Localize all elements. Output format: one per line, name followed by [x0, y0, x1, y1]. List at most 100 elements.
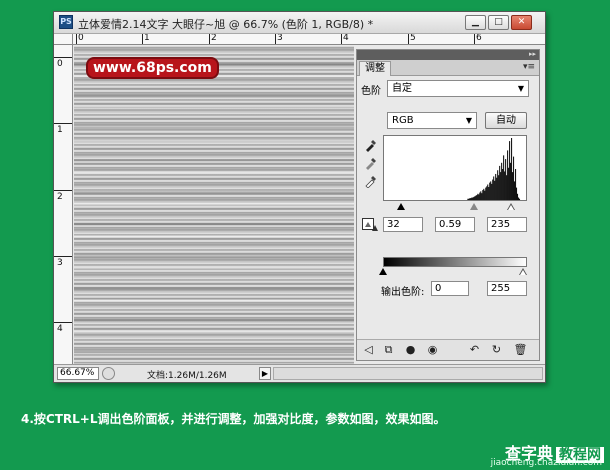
black-eyedropper-icon[interactable]: [364, 138, 378, 152]
histogram-bar: [469, 198, 471, 200]
ruler-label: 0: [57, 59, 63, 69]
histogram-bar: [491, 183, 493, 200]
panel-footer-toolbar: ◁ ⧉ ● ◉ ↶ ↻ 🗑: [357, 339, 539, 360]
photoshop-document-window: PS 立体爱情2.14文字 大眼仔~旭 @ 66.7% (色阶 1, RGB/8…: [53, 11, 546, 383]
ruler-label: 2: [211, 34, 217, 43]
histogram-bar: [485, 187, 487, 200]
status-menu-arrow-icon[interactable]: ▶: [259, 367, 271, 380]
histogram-bar: [498, 175, 500, 200]
clip-to-layer-icon[interactable]: ●: [403, 343, 418, 357]
panel-menu-icon[interactable]: ▾≡: [523, 62, 535, 72]
white-eyedropper-icon[interactable]: [364, 174, 378, 188]
histogram-bar: [495, 173, 497, 200]
close-button[interactable]: ✕: [511, 15, 532, 30]
visibility-eye-icon[interactable]: ◉: [425, 343, 440, 357]
ruler-origin[interactable]: [54, 34, 73, 45]
input-black-point-handle[interactable]: [397, 203, 405, 210]
histogram-bar: [509, 141, 511, 200]
histogram-bar: [516, 187, 518, 200]
document-canvas[interactable]: www.68ps.com: [74, 46, 354, 364]
histogram-bar: [479, 192, 481, 200]
status-bar: 66.67% 文档:1.26M/1.26M ▶: [54, 364, 545, 382]
horizontal-scrollbar[interactable]: [273, 367, 543, 380]
auto-button[interactable]: 自动: [485, 112, 527, 129]
photoshop-app-icon: PS: [59, 15, 73, 29]
ruler-label: 3: [57, 258, 63, 268]
channel-select[interactable]: RGB ▼: [387, 112, 477, 129]
ruler-label: 3: [277, 34, 283, 43]
histogram-bar: [501, 162, 503, 200]
adjustments-panel: ▸▸ 调整 ▾≡ 色阶 自定 ▼ RGB ▼ 自动 32 0.59 235 输出…: [356, 49, 540, 361]
histogram-bar: [471, 197, 473, 200]
histogram-bar: [480, 191, 482, 200]
document-title: 立体爱情2.14文字 大眼仔~旭 @ 66.7% (色阶 1, RGB/8) *: [78, 18, 374, 31]
horizontal-ruler[interactable]: 0 1 2 3 4 5 6: [73, 34, 545, 45]
histogram-bar: [510, 162, 512, 200]
histogram-bar: [499, 165, 501, 200]
vertical-ruler[interactable]: 0 1 2 3 4: [54, 45, 73, 364]
ruler-label: 4: [343, 34, 349, 43]
output-white-handle[interactable]: [519, 268, 527, 275]
clipping-warning-icon[interactable]: [362, 218, 378, 232]
previous-state-icon[interactable]: ↶: [467, 343, 482, 357]
status-info-icon[interactable]: [102, 367, 115, 380]
histogram-bar: [514, 181, 516, 200]
histogram-bar: [478, 194, 480, 200]
output-black-handle[interactable]: [379, 268, 387, 275]
histogram-bar: [476, 195, 478, 200]
back-arrow-icon[interactable]: ◁: [361, 343, 376, 357]
input-black-field[interactable]: 32: [383, 217, 423, 232]
histogram-bar: [496, 177, 498, 200]
histogram-bar: [500, 172, 502, 200]
input-white-field[interactable]: 235: [487, 217, 527, 232]
histogram-bar: [486, 186, 488, 200]
histogram-bar: [494, 180, 496, 200]
histogram-bar: [519, 198, 521, 200]
histogram-bar: [512, 172, 514, 200]
histogram-bar: [515, 169, 517, 200]
gray-eyedropper-icon[interactable]: [364, 156, 378, 170]
input-gamma-handle[interactable]: [470, 203, 478, 210]
histogram-bar: [470, 198, 472, 200]
zoom-level-field[interactable]: 66.67%: [57, 367, 99, 380]
histogram-bar: [474, 196, 476, 200]
output-gradient-bar: [383, 257, 527, 267]
output-white-field[interactable]: 255: [487, 281, 527, 296]
histogram-bar: [487, 184, 489, 200]
histogram-bar: [475, 195, 477, 200]
chevron-down-icon: ▼: [465, 116, 472, 125]
histogram-bar: [477, 193, 479, 200]
histogram-bar: [517, 193, 519, 200]
histogram-bar: [504, 171, 506, 200]
preset-select[interactable]: 自定 ▼: [387, 80, 529, 97]
histogram-bar: [481, 193, 483, 200]
maximize-button[interactable]: □: [488, 15, 509, 30]
histogram-bar: [518, 197, 520, 200]
output-levels-slider[interactable]: [379, 268, 527, 276]
panel-header[interactable]: ▸▸: [357, 50, 539, 60]
input-levels-slider[interactable]: [383, 203, 527, 211]
input-white-point-handle[interactable]: [507, 203, 515, 210]
minimize-button[interactable]: ▁: [465, 15, 486, 30]
collapse-icon[interactable]: ▸▸: [529, 51, 536, 58]
delete-trash-icon[interactable]: 🗑: [513, 343, 528, 357]
chevron-down-icon: ▼: [517, 84, 524, 93]
histogram-bar: [489, 182, 491, 200]
output-black-field[interactable]: 0: [431, 281, 469, 296]
input-gamma-field[interactable]: 0.59: [435, 217, 475, 232]
histogram-bar: [488, 186, 490, 200]
histogram-graph: [467, 138, 521, 200]
title-bar[interactable]: PS 立体爱情2.14文字 大眼仔~旭 @ 66.7% (色阶 1, RGB/8…: [54, 12, 545, 34]
histogram-bar: [484, 190, 486, 200]
output-levels-label: 输出色阶:: [381, 287, 425, 298]
expand-view-icon[interactable]: ⧉: [381, 343, 396, 357]
histogram-bar: [506, 175, 508, 200]
histogram-bar: [473, 196, 475, 200]
ruler-label: 1: [57, 125, 63, 135]
histogram-bar: [502, 169, 504, 200]
reset-icon[interactable]: ↻: [489, 343, 504, 357]
tab-adjustments[interactable]: 调整: [359, 61, 391, 76]
document-size-info: 文档:1.26M/1.26M: [147, 371, 227, 381]
preset-label: 色阶: [361, 86, 381, 97]
histogram-bar: [508, 167, 510, 200]
